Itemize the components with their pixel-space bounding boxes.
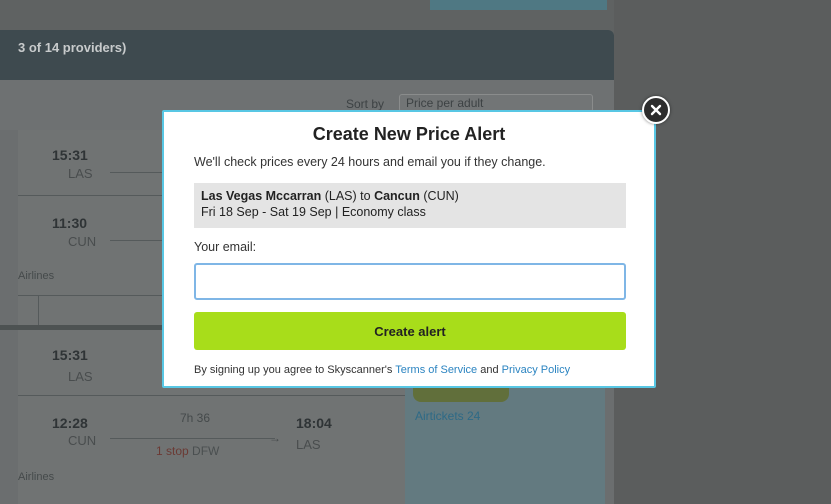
return-depart-time: 12:28 xyxy=(52,415,88,431)
modal-title: Create New Price Alert xyxy=(312,124,506,144)
modal-description: We'll check prices every 24 hours and em… xyxy=(194,155,546,169)
bg-top-button xyxy=(430,0,607,10)
route-line xyxy=(110,438,275,439)
terms-of-service-link[interactable]: Terms of Service xyxy=(395,364,477,376)
terms-text: By signing up you agree to Skyscanner's … xyxy=(194,364,570,376)
route-summary: Las Vegas Mccarran (LAS) to Cancun (CUN)… xyxy=(194,183,626,228)
card-divider xyxy=(38,295,39,325)
outbound-depart-code: LAS xyxy=(68,166,93,181)
close-icon xyxy=(650,104,662,116)
stops-info: 1 stop DFW xyxy=(156,444,219,458)
sort-label: Sort by xyxy=(346,97,385,111)
email-input[interactable] xyxy=(194,263,626,300)
destination-name: Cancun xyxy=(374,189,420,203)
return-depart-code: CUN xyxy=(68,234,97,249)
destination-code: (CUN) xyxy=(423,189,459,203)
outbound-depart-time: 15:31 xyxy=(52,147,88,163)
origin-name: Las Vegas Mccarran xyxy=(201,189,322,203)
return-arrive-time: 18:04 xyxy=(296,415,332,431)
airline-name: Airlines xyxy=(18,270,55,282)
create-alert-button[interactable]: Create alert xyxy=(194,312,626,350)
results-header-text: 3 of 14 providers) xyxy=(18,40,127,55)
privacy-policy-link[interactable]: Privacy Policy xyxy=(502,364,570,376)
return-depart-code: CUN xyxy=(68,433,97,448)
outbound-depart-time: 15:31 xyxy=(52,347,88,363)
select-button[interactable] xyxy=(413,386,509,402)
card-divider xyxy=(18,395,405,396)
route-arrow-icon: → xyxy=(269,431,281,445)
route-line xyxy=(110,172,162,173)
close-button[interactable] xyxy=(642,96,670,124)
results-header-bar xyxy=(0,30,614,80)
return-depart-time: 11:30 xyxy=(52,215,88,231)
route-to-word: to xyxy=(360,189,371,203)
route-airports: Las Vegas Mccarran (LAS) to Cancun (CUN) xyxy=(201,189,459,203)
email-label: Your email: xyxy=(194,240,257,254)
origin-code: (LAS) xyxy=(324,189,357,203)
provider-name[interactable]: Airtickets 24 xyxy=(415,409,480,423)
outbound-depart-code: LAS xyxy=(68,369,93,384)
stop-airport: DFW xyxy=(192,444,220,458)
stops-count: 1 stop xyxy=(156,444,189,458)
terms-and: and xyxy=(480,364,499,376)
terms-prefix: By signing up you agree to Skyscanner's xyxy=(194,364,393,376)
route-line xyxy=(110,240,162,241)
route-dates-class: Fri 18 Sep - Sat 19 Sep | Economy class xyxy=(201,205,426,219)
return-arrive-code: LAS xyxy=(296,437,321,452)
flight-duration: 7h 36 xyxy=(180,411,211,425)
airline-name: Airlines xyxy=(18,471,55,483)
price-alert-modal: Create New Price Alert We'll check price… xyxy=(162,110,656,388)
